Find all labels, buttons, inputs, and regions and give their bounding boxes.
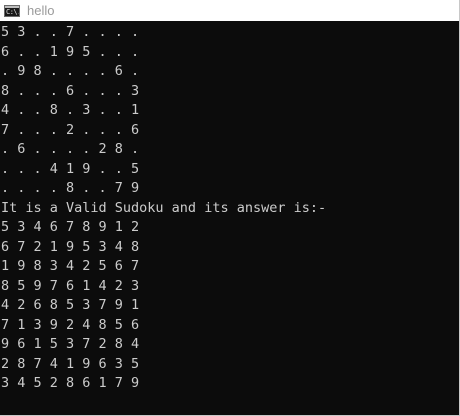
console-line: 4 2 6 8 5 3 7 9 1 <box>1 297 140 313</box>
console-line: . 6 . . . . 2 8 . <box>1 141 140 157</box>
console-line: 2 8 7 4 1 9 6 3 5 <box>1 355 140 372</box>
console-line: 5 3 4 6 7 8 9 1 2 <box>1 219 140 235</box>
console-line: It is a Valid Sudoku and its answer is:- <box>1 199 327 216</box>
icon-glyph: C:\. <box>6 7 20 16</box>
console-output[interactable]: 5 3 . . 7 . . . . 6 . . 1 9 5 . . . . 9 8 … <box>1 23 457 413</box>
console-line: 1 9 8 3 4 2 5 6 7 <box>1 258 140 274</box>
console-line: 4 . . 8 . 3 . . 1 <box>1 102 140 118</box>
console-line: 6 7 2 1 9 5 3 4 8 <box>1 238 140 255</box>
console-line: 8 . . . 6 . . . 3 <box>1 82 140 99</box>
window-title: hello <box>27 3 55 18</box>
console-line: 7 1 3 9 2 4 8 5 6 <box>1 316 140 333</box>
console-line: 7 . . . 2 . . . 6 <box>1 121 140 138</box>
console-line: 8 5 9 7 6 1 4 2 3 <box>1 277 140 294</box>
console-line: 3 4 5 2 8 6 1 7 9 <box>1 375 140 391</box>
console-line: . . . 4 1 9 . . 5 <box>1 160 140 177</box>
console-app-icon[interactable]: C:\. <box>4 4 20 17</box>
console-line: . . . . 8 . . 7 9 <box>1 180 140 196</box>
console-window: C:\. hello 5 3 . . 7 . . . . 6 . . 1 9 5 … <box>0 0 460 416</box>
console-line: 9 6 1 5 3 7 2 8 4 <box>1 336 140 352</box>
console-line: . 9 8 . . . . 6 . <box>1 63 140 79</box>
console-line: 5 3 . . 7 . . . . <box>1 24 140 40</box>
console-line: 6 . . 1 9 5 . . . <box>1 43 140 60</box>
title-bar[interactable]: C:\. hello <box>0 0 459 21</box>
